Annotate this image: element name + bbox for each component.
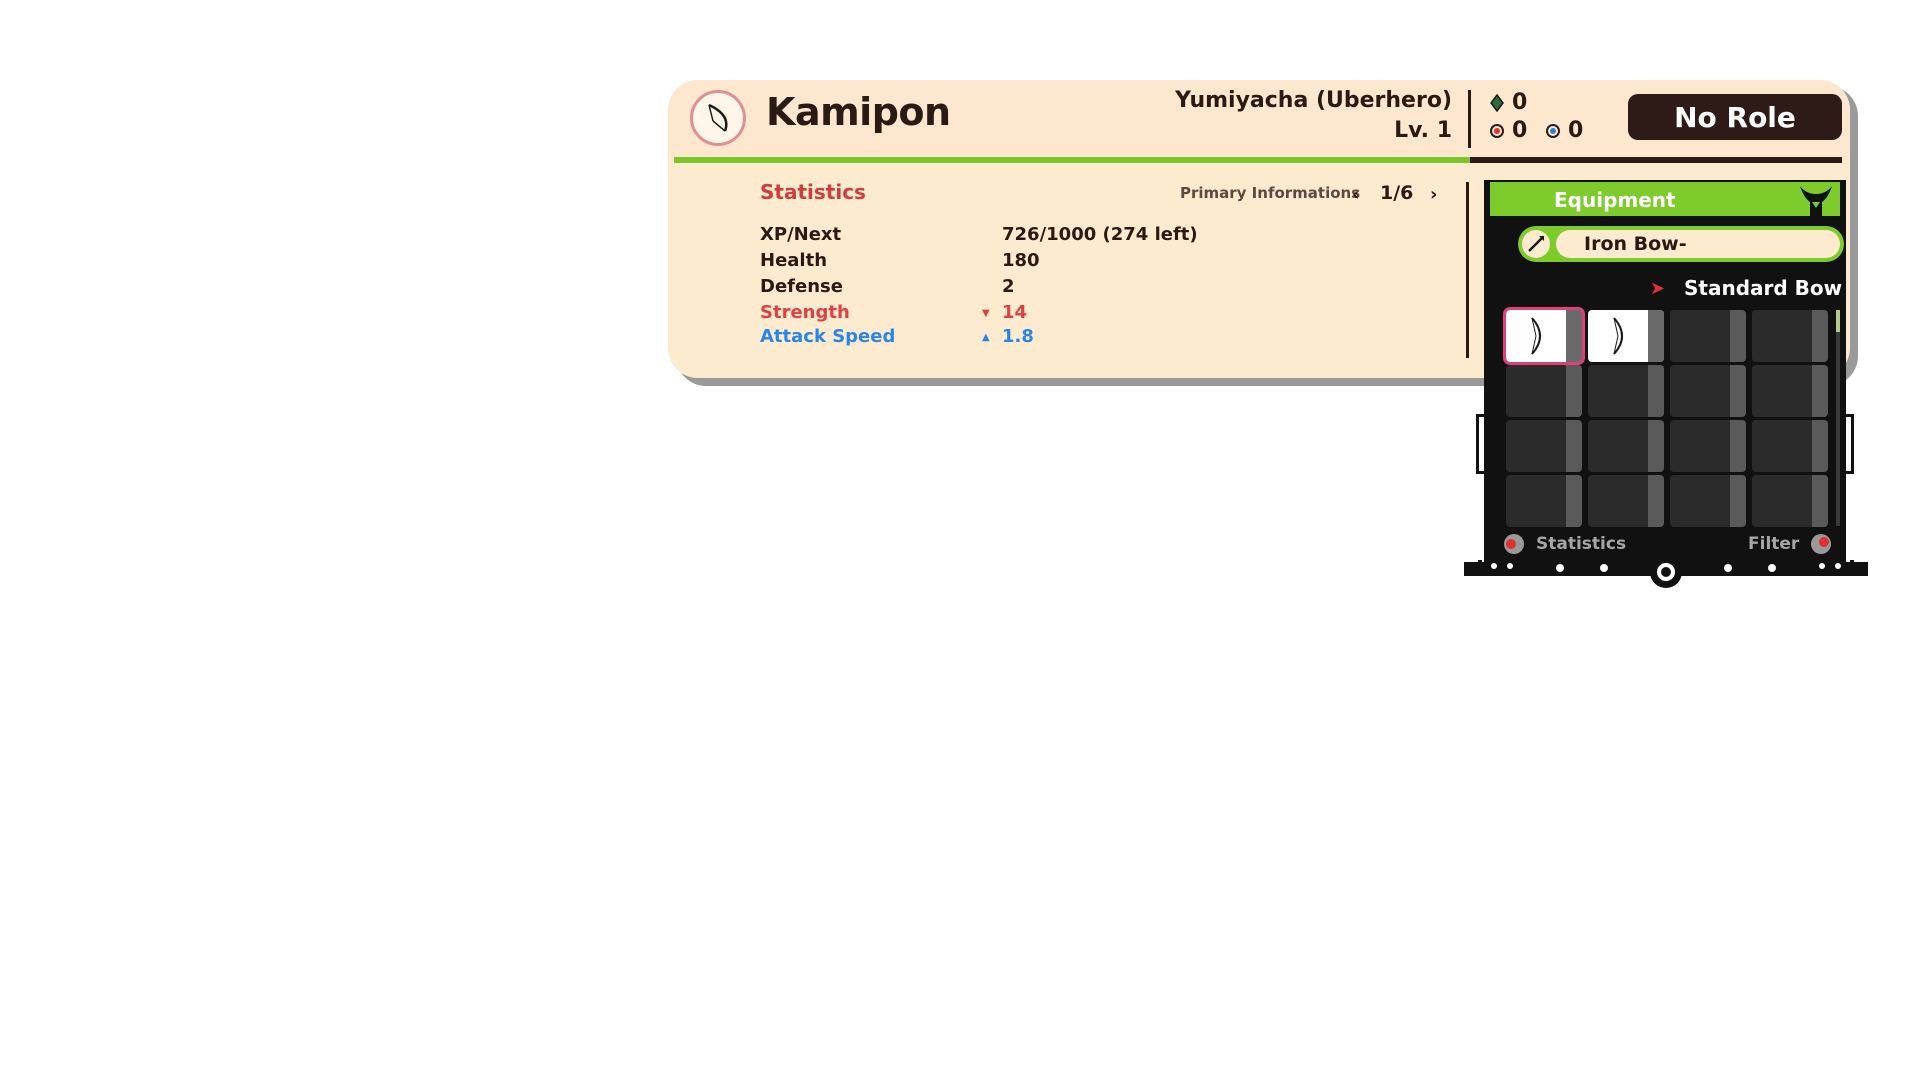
character-class: Yumiyacha (Uberhero) bbox=[1175, 88, 1452, 113]
resource-red-value: 0 bbox=[1512, 118, 1528, 143]
equipment-header: Equipment bbox=[1490, 182, 1840, 216]
stat-value-attack-speed: 1.8 bbox=[1002, 326, 1034, 347]
button-prompt-icon bbox=[1811, 534, 1832, 554]
equipment-body: Equipment Iron Bow- ➤ Standard Bow Stati… bbox=[1484, 180, 1846, 575]
inventory-slot[interactable] bbox=[1752, 420, 1828, 472]
arrow-weapon-icon bbox=[1528, 236, 1544, 252]
grid-scrollbar[interactable] bbox=[1836, 310, 1840, 526]
stat-label-strength: Strength bbox=[760, 302, 850, 323]
scroll-thumb[interactable] bbox=[1836, 310, 1840, 332]
statistics-button-label: Statistics bbox=[1536, 534, 1627, 554]
inventory-slot[interactable] bbox=[1588, 310, 1664, 362]
stat-label-xp: XP/Next bbox=[760, 224, 842, 245]
header-dark-line bbox=[1470, 157, 1842, 163]
filter-button[interactable]: Filter bbox=[1748, 534, 1832, 554]
filter-button-label: Filter bbox=[1748, 534, 1800, 554]
resource-blue-value: 0 bbox=[1568, 118, 1584, 143]
class-icon bbox=[690, 90, 746, 146]
stats-title: Statistics bbox=[760, 180, 866, 204]
game-screen: Kamipon Yumiyacha (Uberhero) Lv. 1 0 0 0… bbox=[0, 0, 1920, 1080]
weapon-slot-icon bbox=[1522, 230, 1550, 258]
inventory-slot[interactable] bbox=[1752, 475, 1828, 527]
inventory-slot[interactable] bbox=[1588, 365, 1664, 417]
role-button[interactable]: No Role bbox=[1628, 94, 1842, 140]
stat-value-health: 180 bbox=[1002, 250, 1040, 271]
decorative-rail bbox=[1464, 560, 1868, 588]
inventory-slot[interactable] bbox=[1588, 475, 1664, 527]
equipment-title: Equipment bbox=[1554, 188, 1676, 212]
character-name: Kamipon bbox=[766, 90, 951, 134]
stat-up-arrow-icon: ▲ bbox=[982, 332, 990, 343]
bow-icon bbox=[1613, 317, 1623, 355]
weapon-selector[interactable]: Iron Bow- bbox=[1518, 226, 1844, 262]
weapon-type-arrow-icon: ➤ bbox=[1650, 278, 1666, 299]
weapon-type: Standard Bow bbox=[1684, 276, 1843, 300]
stat-value-strength: 14 bbox=[1002, 302, 1028, 323]
page-indicator: 1/6 bbox=[1380, 182, 1414, 204]
stat-label-defense: Defense bbox=[760, 276, 843, 297]
bow-icon bbox=[708, 103, 728, 132]
statistics-button[interactable]: Statistics bbox=[1504, 534, 1626, 554]
red-orb-icon bbox=[1490, 123, 1504, 138]
resource-blue: 0 bbox=[1546, 118, 1583, 143]
helmet-icon bbox=[1800, 186, 1832, 216]
resource-red: 0 bbox=[1490, 118, 1527, 143]
diamond-icon bbox=[1490, 93, 1504, 112]
header-divider bbox=[1468, 90, 1471, 148]
inventory-slot[interactable] bbox=[1506, 420, 1582, 472]
inventory-slot[interactable] bbox=[1670, 420, 1746, 472]
next-page-button[interactable]: › bbox=[1430, 184, 1437, 205]
resource-green: 0 bbox=[1490, 90, 1527, 115]
inventory-slot[interactable] bbox=[1752, 310, 1828, 362]
equipment-panel: Equipment Iron Bow- ➤ Standard Bow Stati… bbox=[1476, 180, 1854, 580]
bow-icon bbox=[1531, 317, 1541, 355]
resource-green-value: 0 bbox=[1512, 90, 1528, 115]
weapon-name: Iron Bow- bbox=[1584, 233, 1687, 255]
stat-down-arrow-icon: ▼ bbox=[982, 308, 990, 319]
inventory-slot[interactable] bbox=[1670, 475, 1746, 527]
inventory-slot[interactable] bbox=[1506, 365, 1582, 417]
button-prompt-icon bbox=[1504, 534, 1524, 554]
inventory-slot[interactable] bbox=[1503, 307, 1585, 365]
header-green-line bbox=[674, 157, 1470, 163]
inventory-slot[interactable] bbox=[1588, 420, 1664, 472]
inventory-slot[interactable] bbox=[1670, 365, 1746, 417]
stats-divider bbox=[1466, 182, 1469, 358]
character-level: Lv. 1 bbox=[1394, 118, 1452, 143]
inventory-slot[interactable] bbox=[1752, 365, 1828, 417]
equipment-grid bbox=[1503, 307, 1832, 527]
inventory-slot[interactable] bbox=[1506, 475, 1582, 527]
stat-label-attack-speed: Attack Speed bbox=[760, 326, 896, 347]
stat-value-xp: 726/1000 (274 left) bbox=[1002, 224, 1198, 245]
prev-page-button[interactable]: ‹ bbox=[1352, 184, 1359, 205]
stat-value-defense: 2 bbox=[1002, 276, 1015, 297]
page-label: Primary Informations bbox=[1180, 184, 1361, 202]
blue-orb-icon bbox=[1546, 123, 1560, 138]
inventory-slot[interactable] bbox=[1670, 310, 1746, 362]
stat-label-health: Health bbox=[760, 250, 828, 271]
